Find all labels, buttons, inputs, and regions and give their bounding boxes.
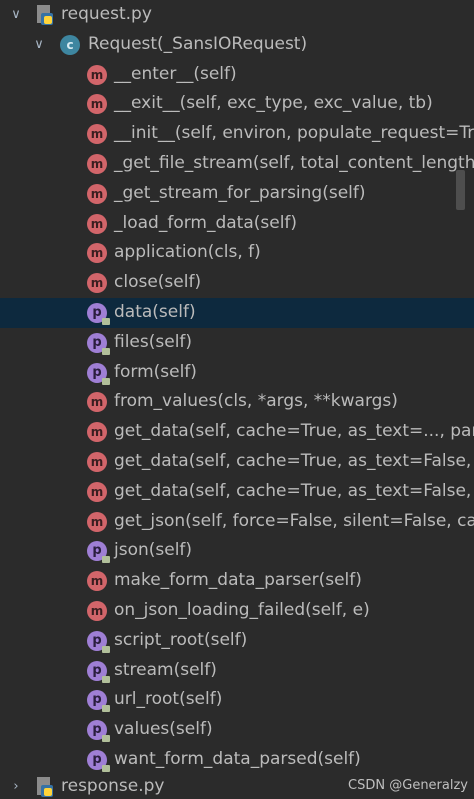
method-icon: m — [87, 511, 107, 532]
member-label: files(self) — [114, 331, 193, 352]
tree-row-request-file[interactable]: ∨ request.py — [0, 0, 474, 30]
lock-icon — [102, 675, 110, 683]
chevron-down-icon[interactable]: ∨ — [8, 0, 24, 30]
member-row[interactable]: m __init__(self, environ, populate_reques… — [0, 119, 474, 149]
member-row[interactable]: m _load_form_data(self) — [0, 209, 474, 239]
member-label: want_form_data_parsed(self) — [114, 749, 361, 769]
lock-icon — [102, 318, 110, 325]
property-icon: p — [87, 750, 110, 772]
member-row[interactable]: m _get_stream_for_parsing(self) — [0, 179, 474, 209]
member-row[interactable]: m on_json_loading_failed(self, e) — [0, 596, 474, 626]
member-row[interactable]: p files(self) — [0, 328, 474, 358]
property-icon: p — [87, 660, 110, 683]
method-icon: m — [87, 124, 107, 145]
member-label: _load_form_data(self) — [114, 212, 298, 233]
member-row[interactable]: m application(cls, f) — [0, 238, 474, 268]
property-icon: p — [87, 332, 110, 355]
python-file-icon — [37, 5, 53, 25]
method-icon: m — [87, 571, 107, 592]
member-label: get_json(self, force=False, silent=False… — [114, 510, 474, 531]
member-row[interactable]: m get_json(self, force=False, silent=Fals… — [0, 507, 474, 537]
member-row[interactable]: p data(self) — [0, 298, 474, 328]
member-label: form(self) — [114, 361, 197, 382]
member-label: values(self) — [114, 719, 213, 740]
method-icon: m — [87, 392, 107, 413]
python-file-icon — [37, 777, 53, 797]
method-icon: m — [87, 64, 107, 85]
method-icon: m — [87, 481, 107, 502]
member-row[interactable]: m get_data(self, cache=True, as_text=Fals… — [0, 447, 474, 477]
method-icon: m — [87, 601, 107, 621]
member-row[interactable]: p values(self) — [0, 715, 474, 745]
property-icon: p — [87, 720, 110, 743]
lock-icon — [102, 645, 110, 653]
property-icon: p — [87, 541, 110, 564]
lock-icon — [102, 377, 110, 385]
member-row[interactable]: p script_root(self) — [0, 626, 474, 656]
member-label: _get_stream_for_parsing(self) — [114, 182, 366, 203]
class-label: Request(_SansIORequest) — [88, 33, 308, 54]
vertical-scrollbar-thumb[interactable] — [456, 170, 465, 210]
lock-icon — [102, 347, 110, 355]
member-label: __init__(self, environ, populate_request… — [114, 123, 474, 144]
file-name-request: request.py — [61, 4, 152, 24]
member-row[interactable]: m make_form_data_parser(self) — [0, 566, 474, 596]
member-label: __enter__(self) — [114, 63, 237, 84]
member-row[interactable]: m _get_file_stream(self, total_content_le… — [0, 149, 474, 179]
method-icon: m — [87, 183, 107, 204]
member-label: stream(self) — [114, 659, 217, 680]
member-row[interactable]: m close(self) — [0, 268, 474, 298]
member-row[interactable]: m __exit__(self, exc_type, exc_value, tb) — [0, 89, 474, 119]
property-icon: p — [87, 690, 110, 713]
lock-icon — [102, 765, 110, 772]
lock-icon — [102, 735, 110, 743]
chevron-down-icon[interactable]: ∨ — [31, 30, 47, 60]
member-label: get_data(self, cache=True, as_text=False… — [114, 480, 474, 501]
member-label: script_root(self) — [114, 629, 248, 650]
member-label: url_root(self) — [114, 689, 223, 710]
member-row[interactable]: p json(self) — [0, 536, 474, 566]
member-label: _get_file_stream(self, total_content_len… — [114, 153, 474, 173]
method-icon: m — [87, 213, 107, 234]
member-label: make_form_data_parser(self) — [114, 570, 362, 591]
lock-icon — [102, 705, 110, 713]
member-label: json(self) — [114, 540, 193, 561]
member-label: application(cls, f) — [114, 242, 261, 263]
property-icon: p — [87, 303, 110, 325]
member-row[interactable]: m get_data(self, cache=True, as_text=Fals… — [0, 477, 474, 507]
member-row[interactable]: p want_form_data_parsed(self) — [0, 745, 474, 775]
method-icon: m — [87, 243, 107, 264]
chevron-right-icon[interactable]: › — [8, 772, 24, 799]
member-row[interactable]: p form(self) — [0, 358, 474, 388]
structure-tree: ∨ request.py ∨ c Request(_SansIORequest)… — [0, 0, 474, 799]
property-icon: p — [87, 630, 110, 653]
method-icon: m — [87, 273, 107, 294]
file-name-response: response.py — [61, 776, 165, 796]
member-label: data(self) — [114, 302, 196, 322]
method-icon: m — [87, 452, 107, 472]
member-row[interactable]: p stream(self) — [0, 656, 474, 686]
property-icon: p — [87, 362, 110, 385]
member-label: close(self) — [114, 272, 202, 293]
member-label: on_json_loading_failed(self, e) — [114, 600, 370, 620]
method-icon: m — [87, 94, 107, 115]
tree-row-class-request[interactable]: ∨ c Request(_SansIORequest) — [0, 30, 474, 60]
member-label: __exit__(self, exc_type, exc_value, tb) — [114, 93, 433, 114]
method-icon: m — [87, 422, 107, 443]
member-label: get_data(self, cache=True, as_text=False… — [114, 451, 474, 471]
member-row[interactable]: p url_root(self) — [0, 685, 474, 715]
member-label: get_data(self, cache=True, as_text=..., … — [114, 421, 474, 442]
watermark: CSDN @Generalzy — [348, 778, 468, 793]
method-icon: m — [87, 154, 107, 174]
lock-icon — [102, 556, 110, 564]
member-row[interactable]: m from_values(cls, *args, **kwargs) — [0, 387, 474, 417]
member-row[interactable]: m __enter__(self) — [0, 60, 474, 90]
class-icon: c — [60, 34, 80, 55]
member-label: from_values(cls, *args, **kwargs) — [114, 391, 398, 412]
member-row[interactable]: m get_data(self, cache=True, as_text=...,… — [0, 417, 474, 447]
